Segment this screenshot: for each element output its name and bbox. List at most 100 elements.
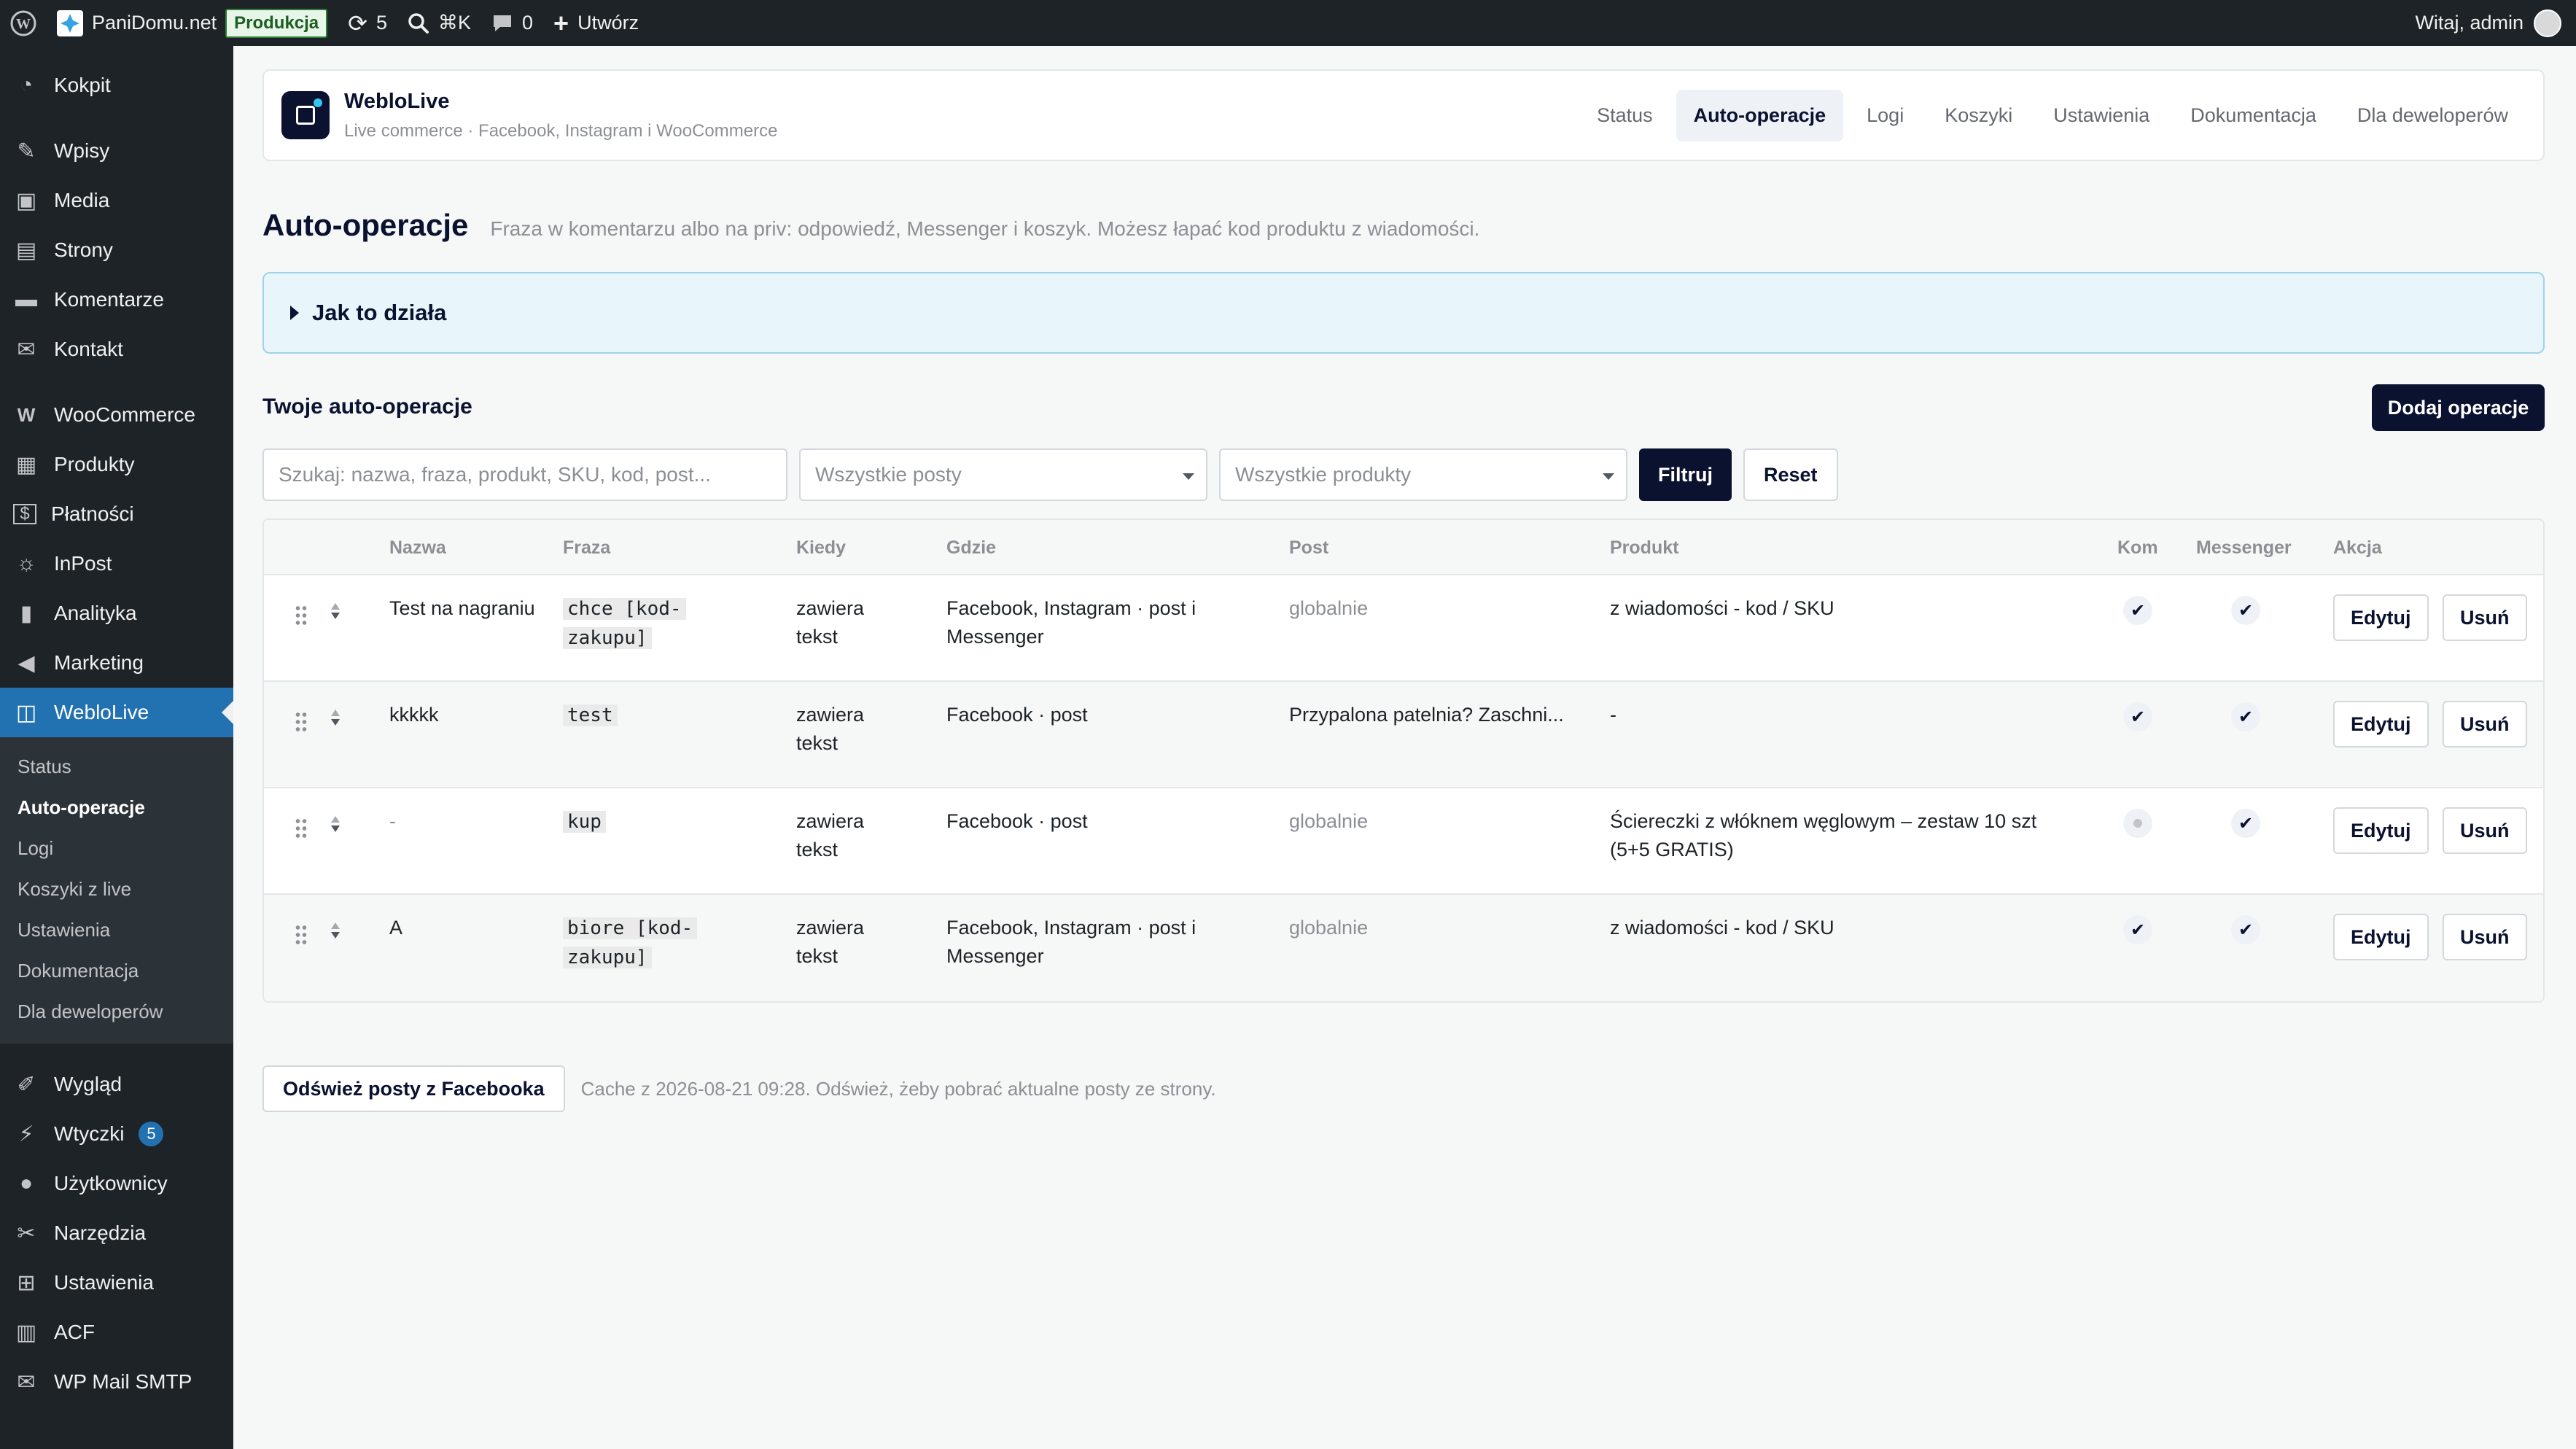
delete-button[interactable]: Usuń [2443,701,2527,747]
tab-deweloperzy[interactable]: Dla deweloperów [2340,90,2526,141]
submenu-item-deweloperzy[interactable]: Dla deweloperów [0,991,233,1032]
drag-handle-icon[interactable] [295,711,308,733]
sort-arrows-icon[interactable] [331,816,340,832]
tab-logi[interactable]: Logi [1849,90,1921,141]
site-icon [57,9,83,36]
submenu-item-ustawienia[interactable]: Ustawienia [0,909,233,950]
wordpress-logo-button[interactable]: W [0,0,47,46]
submenu-item-logi[interactable]: Logi [0,828,233,869]
tab-ustawienia[interactable]: Ustawienia [2036,90,2167,141]
delete-button[interactable]: Usuń [2443,807,2527,854]
create-new-link[interactable]: + Utwórz [543,0,649,46]
sidebar-item-produkty[interactable]: ▦ Produkty [0,440,233,489]
mail-smtp-icon: ✉ [17,1370,36,1394]
submenu-item-status[interactable]: Status [0,746,233,787]
tab-dokumentacja[interactable]: Dokumentacja [2173,90,2334,141]
edit-button[interactable]: Edytuj [2333,594,2429,641]
sidebar-item-wp-mail-smtp[interactable]: ✉ WP Mail SMTP [0,1357,233,1407]
sidebar-item-kontakt[interactable]: ✉ Kontakt [0,325,233,374]
edit-button[interactable]: Edytuj [2333,914,2429,960]
posts-select[interactable]: Wszystkie posty [799,448,1207,501]
sidebar-item-analityka[interactable]: ▮ Analityka [0,588,233,638]
plugins-update-badge: 5 [139,1122,164,1146]
reset-button[interactable]: Reset [1743,448,1838,501]
header-messenger: Messenger [2196,537,2292,558]
pin-icon: ✎ [17,139,36,163]
drag-handle-icon[interactable] [295,924,308,946]
sidebar-item-woocommerce[interactable]: W WooCommerce [0,390,233,440]
sidebar-item-ustawienia[interactable]: ⊞ Ustawienia [0,1258,233,1308]
row-where: Facebook, Instagram · post i Messenger [946,917,1196,967]
sidebar-item-platnosci[interactable]: $ Płatności [0,489,233,539]
sidebar-item-kokpit[interactable]: ◔ Kokpit [0,61,233,110]
sort-arrows-icon[interactable] [331,603,340,619]
search-icon [408,12,429,34]
sidebar-item-strony[interactable]: ▤ Strony [0,225,233,275]
plus-icon: + [553,7,569,38]
sidebar-item-wyglad[interactable]: ✐ Wygląd [0,1060,233,1109]
sidebar-item-media[interactable]: ▣ Media [0,176,233,225]
drag-handle-icon[interactable] [295,605,308,626]
row-where: Facebook, Instagram · post i Messenger [946,597,1196,648]
sidebar-item-inpost[interactable]: ☼ InPost [0,539,233,588]
row-phrase: kup [563,811,606,833]
delete-button[interactable]: Usuń [2443,594,2527,641]
chevron-down-icon [1603,473,1614,480]
sort-arrows-icon[interactable] [331,922,340,939]
messenger-enabled-check-icon: ✔ [2231,915,2260,944]
drag-handle-icon[interactable] [295,817,308,839]
comments-count: 0 [522,12,534,34]
sidebar-item-wtyczki[interactable]: ⚡ Wtyczki 5 [0,1109,233,1159]
environment-badge: Produkcja [225,8,328,38]
submenu-item-auto-operacje[interactable]: Auto-operacje [0,787,233,828]
delete-button[interactable]: Usuń [2443,914,2527,960]
refresh-facebook-posts-button[interactable]: Odśwież posty z Facebooka [262,1065,565,1112]
row-when: zawiera tekst [796,917,865,967]
updates-count: 5 [375,12,387,34]
plugins-icon: ⚡ [18,1122,34,1146]
row-post: Przypalona patelnia? Zaschni... [1289,704,1564,726]
row-phrase: chce [kod-zakupu] [563,598,686,649]
woocommerce-icon: W [17,403,36,426]
edit-button[interactable]: Edytuj [2333,701,2429,747]
site-name-link[interactable]: PaniDomu.net Produkcja [47,0,338,46]
row-product: z wiadomości - kod / SKU [1610,597,1834,619]
sidebar-item-komentarze[interactable]: ▬ Komentarze [0,275,233,325]
tab-koszyki[interactable]: Koszyki [1927,90,2030,141]
row-post: globalnie [1289,810,1369,832]
settings-icon: ⊞ [17,1270,36,1295]
tab-auto-operacje[interactable]: Auto-operacje [1676,89,1844,141]
sidebar-item-uzytkownicy[interactable]: ● Użytkownicy [0,1159,233,1208]
create-label: Utwórz [577,12,639,34]
comments-link[interactable]: 0 [481,0,543,46]
sidebar-item-acf[interactable]: ▥ ACF [0,1308,233,1357]
sort-arrows-icon[interactable] [331,710,340,726]
page-description: Fraza w komentarzu albo na priv: odpowie… [490,217,1480,240]
updates-link[interactable]: ⟳ 5 [338,0,397,46]
how-it-works-toggle[interactable]: Jak to działa [262,272,2545,354]
submenu-item-koszyki[interactable]: Koszyki z live [0,869,233,909]
tab-status[interactable]: Status [1579,90,1670,141]
row-when: zawiera tekst [796,810,865,861]
row-product: - [1610,704,1616,726]
sidebar-item-marketing[interactable]: ◀ Marketing [0,638,233,688]
comments-icon: ▬ [15,287,37,311]
search-shortcut-button[interactable]: ⌘K [397,0,481,46]
account-menu[interactable]: Witaj, admin [2415,0,2561,46]
add-operation-button[interactable]: Dodaj operacje [2372,384,2545,431]
filter-button[interactable]: Filtruj [1639,448,1732,501]
table-row: - kup zawiera tekst Facebook · post glob… [264,788,2543,895]
comment-enabled-check-icon: ✔ [2123,702,2152,731]
messenger-enabled-check-icon: ✔ [2231,596,2260,625]
avatar [2534,9,2561,37]
search-input[interactable] [262,448,787,501]
sidebar-item-narzedzia[interactable]: ✂ Narzędzia [0,1208,233,1258]
page-heading: Auto-operacje Fraza w komentarzu albo na… [262,208,1479,243]
acf-icon: ▥ [15,1320,37,1345]
header-name: Nazwa [389,537,446,558]
sidebar-item-wpisy[interactable]: ✎ Wpisy [0,126,233,176]
products-select[interactable]: Wszystkie produkty [1219,448,1627,501]
sidebar-item-weblolive[interactable]: ◫ WebloLive [0,688,233,737]
submenu-item-dokumentacja[interactable]: Dokumentacja [0,950,233,991]
edit-button[interactable]: Edytuj [2333,807,2429,854]
